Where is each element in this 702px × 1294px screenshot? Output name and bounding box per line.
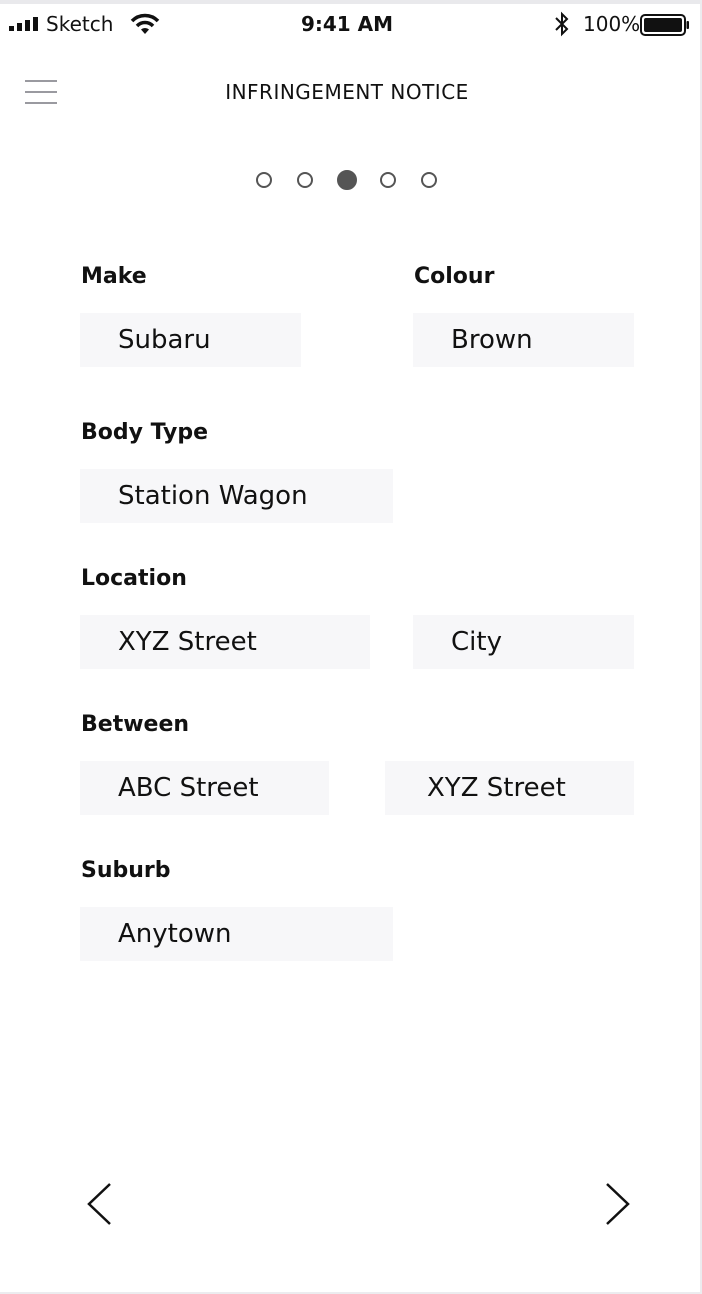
page-dot-3[interactable] [337, 170, 357, 190]
page-dot-5[interactable] [421, 172, 437, 188]
status-bar: Sketch 9:41 AM 100% [0, 4, 702, 44]
between-label: Between [81, 712, 190, 737]
page-dot-1[interactable] [256, 172, 272, 188]
page-indicator [255, 170, 445, 192]
location-city-field[interactable]: City [413, 615, 634, 669]
bluetooth-icon [555, 11, 569, 37]
between-from-field[interactable]: ABC Street [80, 761, 329, 815]
colour-field[interactable]: Brown [413, 313, 634, 367]
body-type-label: Body Type [81, 420, 209, 445]
suburb-field[interactable]: Anytown [80, 907, 393, 961]
location-label: Location [81, 566, 187, 591]
chevron-left-icon[interactable] [85, 1182, 115, 1226]
suburb-label: Suburb [81, 858, 171, 883]
page-dot-4[interactable] [380, 172, 396, 188]
page-title: INFRINGEMENT NOTICE [225, 80, 469, 104]
location-street-field[interactable]: XYZ Street [80, 615, 370, 669]
colour-label: Colour [414, 264, 495, 289]
battery-icon [640, 14, 689, 36]
chevron-right-icon[interactable] [602, 1182, 632, 1226]
between-to-field[interactable]: XYZ Street [385, 761, 634, 815]
make-field[interactable]: Subaru [80, 313, 301, 367]
body-type-field[interactable]: Station Wagon [80, 469, 393, 523]
make-label: Make [81, 264, 147, 289]
page-dot-2[interactable] [297, 172, 313, 188]
battery-percent: 100% [583, 12, 641, 36]
